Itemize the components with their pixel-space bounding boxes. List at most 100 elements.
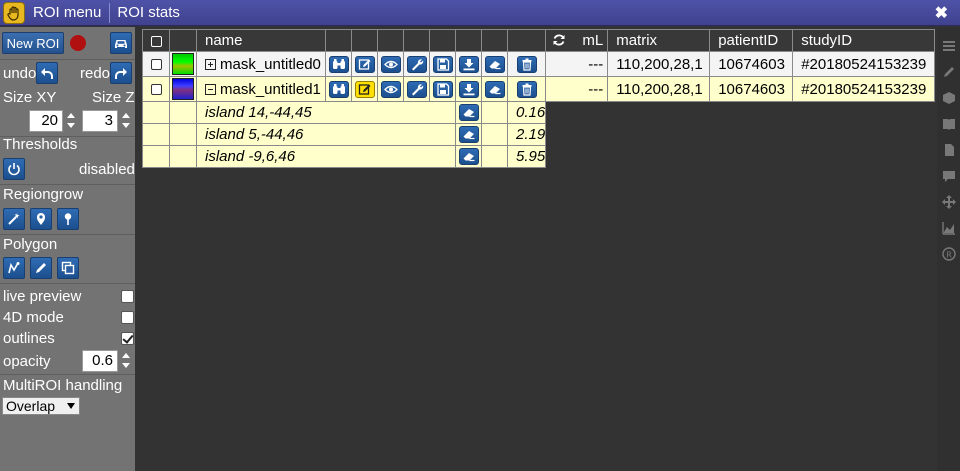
car-icon[interactable] — [110, 32, 132, 54]
action-cell[interactable] — [429, 51, 456, 77]
eraser-icon[interactable] — [458, 126, 479, 144]
size-xy-stepper[interactable] — [66, 110, 76, 132]
eye-icon[interactable] — [380, 80, 401, 98]
polygon-draw-icon[interactable] — [3, 257, 25, 279]
action-cell[interactable] — [481, 51, 508, 77]
copy-icon[interactable] — [57, 257, 79, 279]
island-row[interactable]: island 5,-44,46 2.19 — [142, 123, 935, 146]
roi-name-cell[interactable]: mask_untitled0 — [196, 51, 326, 77]
mode-4d-checkbox[interactable] — [121, 311, 134, 324]
book-icon[interactable] — [942, 117, 956, 131]
live-preview-checkbox[interactable] — [121, 290, 134, 303]
edit-icon-active[interactable] — [354, 80, 375, 98]
cube-icon[interactable] — [942, 91, 956, 105]
refresh-icon[interactable] — [552, 33, 566, 47]
hand-icon[interactable] — [3, 1, 25, 24]
eye-icon[interactable] — [380, 55, 401, 73]
wrench-icon[interactable] — [406, 80, 427, 98]
action-cell[interactable] — [506, 51, 547, 77]
action-cell[interactable] — [351, 76, 378, 102]
map-pin-icon[interactable] — [30, 208, 52, 230]
trash-icon[interactable] — [516, 55, 537, 73]
action-cell[interactable] — [455, 101, 482, 124]
action-cell[interactable] — [481, 76, 508, 102]
select-all-cell[interactable] — [142, 29, 170, 52]
binoculars-icon[interactable] — [328, 80, 349, 98]
chart-icon[interactable] — [942, 221, 956, 235]
registered-icon[interactable]: R — [942, 247, 956, 261]
table-row[interactable]: mask_untitled1 --- 110,200,28,1 10674603… — [142, 76, 936, 102]
opacity-input[interactable]: 0.6 — [82, 350, 118, 372]
action-cell[interactable] — [429, 76, 456, 102]
size-z-stepper[interactable] — [121, 110, 131, 132]
power-icon[interactable] — [3, 158, 25, 180]
pencil-icon[interactable] — [942, 65, 956, 79]
action-cell[interactable] — [351, 51, 378, 77]
save-icon[interactable] — [432, 80, 453, 98]
action-cell[interactable] — [455, 51, 482, 77]
matrix-header[interactable]: matrix — [607, 29, 711, 52]
patientid-header[interactable]: patientID — [709, 29, 794, 52]
record-icon[interactable] — [70, 35, 86, 51]
trash-icon[interactable] — [516, 80, 537, 98]
new-roi-button[interactable]: New ROI — [2, 32, 64, 54]
multiroi-select[interactable]: Overlap — [2, 397, 80, 415]
collapse-icon[interactable] — [205, 84, 216, 96]
select-all-checkbox[interactable] — [150, 35, 162, 47]
roi-color-swatch[interactable] — [172, 78, 194, 100]
action-cell[interactable] — [325, 76, 352, 102]
redo-icon[interactable] — [110, 62, 132, 84]
divider — [0, 374, 135, 375]
size-xy-input[interactable]: 20 — [29, 110, 63, 132]
eraser-icon[interactable] — [458, 148, 479, 166]
action-cell[interactable] — [455, 76, 482, 102]
table-row[interactable]: mask_untitled0 --- 110,200,28,1 10674603… — [142, 51, 936, 77]
wrench-icon[interactable] — [406, 55, 427, 73]
action-cell[interactable] — [506, 76, 547, 102]
size-z-input[interactable]: 3 — [82, 110, 118, 132]
opacity-stepper[interactable] — [121, 350, 131, 372]
ml-header[interactable]: mL — [545, 29, 609, 52]
action-cell[interactable] — [377, 76, 404, 102]
edit-icon[interactable] — [354, 55, 375, 73]
roi-color-cell[interactable] — [169, 76, 197, 102]
action-cell[interactable] — [377, 51, 404, 77]
document-icon[interactable] — [942, 143, 956, 157]
action-cell[interactable] — [403, 76, 430, 102]
roi-name-cell[interactable]: mask_untitled1 — [196, 76, 326, 102]
comment-icon[interactable] — [942, 169, 956, 183]
row-select-cell[interactable] — [142, 76, 170, 102]
empty-cell — [169, 123, 197, 146]
close-icon[interactable]: ✖ — [935, 3, 948, 23]
island-row[interactable]: island 14,-44,45 0.16 — [142, 101, 935, 124]
binoculars-icon[interactable] — [328, 55, 349, 73]
row-checkbox[interactable] — [150, 84, 162, 96]
outlines-checkbox[interactable] — [121, 332, 134, 345]
magic-wand-icon[interactable] — [3, 208, 25, 230]
roi-color-cell[interactable] — [169, 51, 197, 77]
menu-icon[interactable] — [942, 39, 956, 53]
action-cell[interactable] — [455, 145, 482, 168]
pencil-icon[interactable] — [30, 257, 52, 279]
polygon-label: Polygon — [3, 236, 58, 253]
eraser-icon[interactable] — [458, 104, 479, 122]
undo-icon[interactable] — [36, 62, 58, 84]
action-cell[interactable] — [403, 51, 430, 77]
download-icon[interactable] — [458, 80, 479, 98]
roi-color-swatch[interactable] — [172, 53, 194, 75]
name-header[interactable]: name — [196, 29, 326, 52]
island-row[interactable]: island -9,6,46 5.95 — [142, 145, 935, 168]
expand-icon[interactable] — [205, 59, 216, 71]
push-pin-icon[interactable] — [57, 208, 79, 230]
row-select-cell[interactable] — [142, 51, 170, 77]
move-icon[interactable] — [942, 195, 956, 209]
eraser-icon[interactable] — [484, 80, 505, 98]
row-checkbox[interactable] — [150, 59, 162, 71]
action-cell[interactable] — [455, 123, 482, 146]
action-cell[interactable] — [325, 51, 352, 77]
undo-label: undo — [3, 65, 37, 82]
download-icon[interactable] — [458, 55, 479, 73]
save-icon[interactable] — [432, 55, 453, 73]
eraser-icon[interactable] — [484, 55, 505, 73]
studyid-header[interactable]: studyID — [792, 29, 936, 52]
